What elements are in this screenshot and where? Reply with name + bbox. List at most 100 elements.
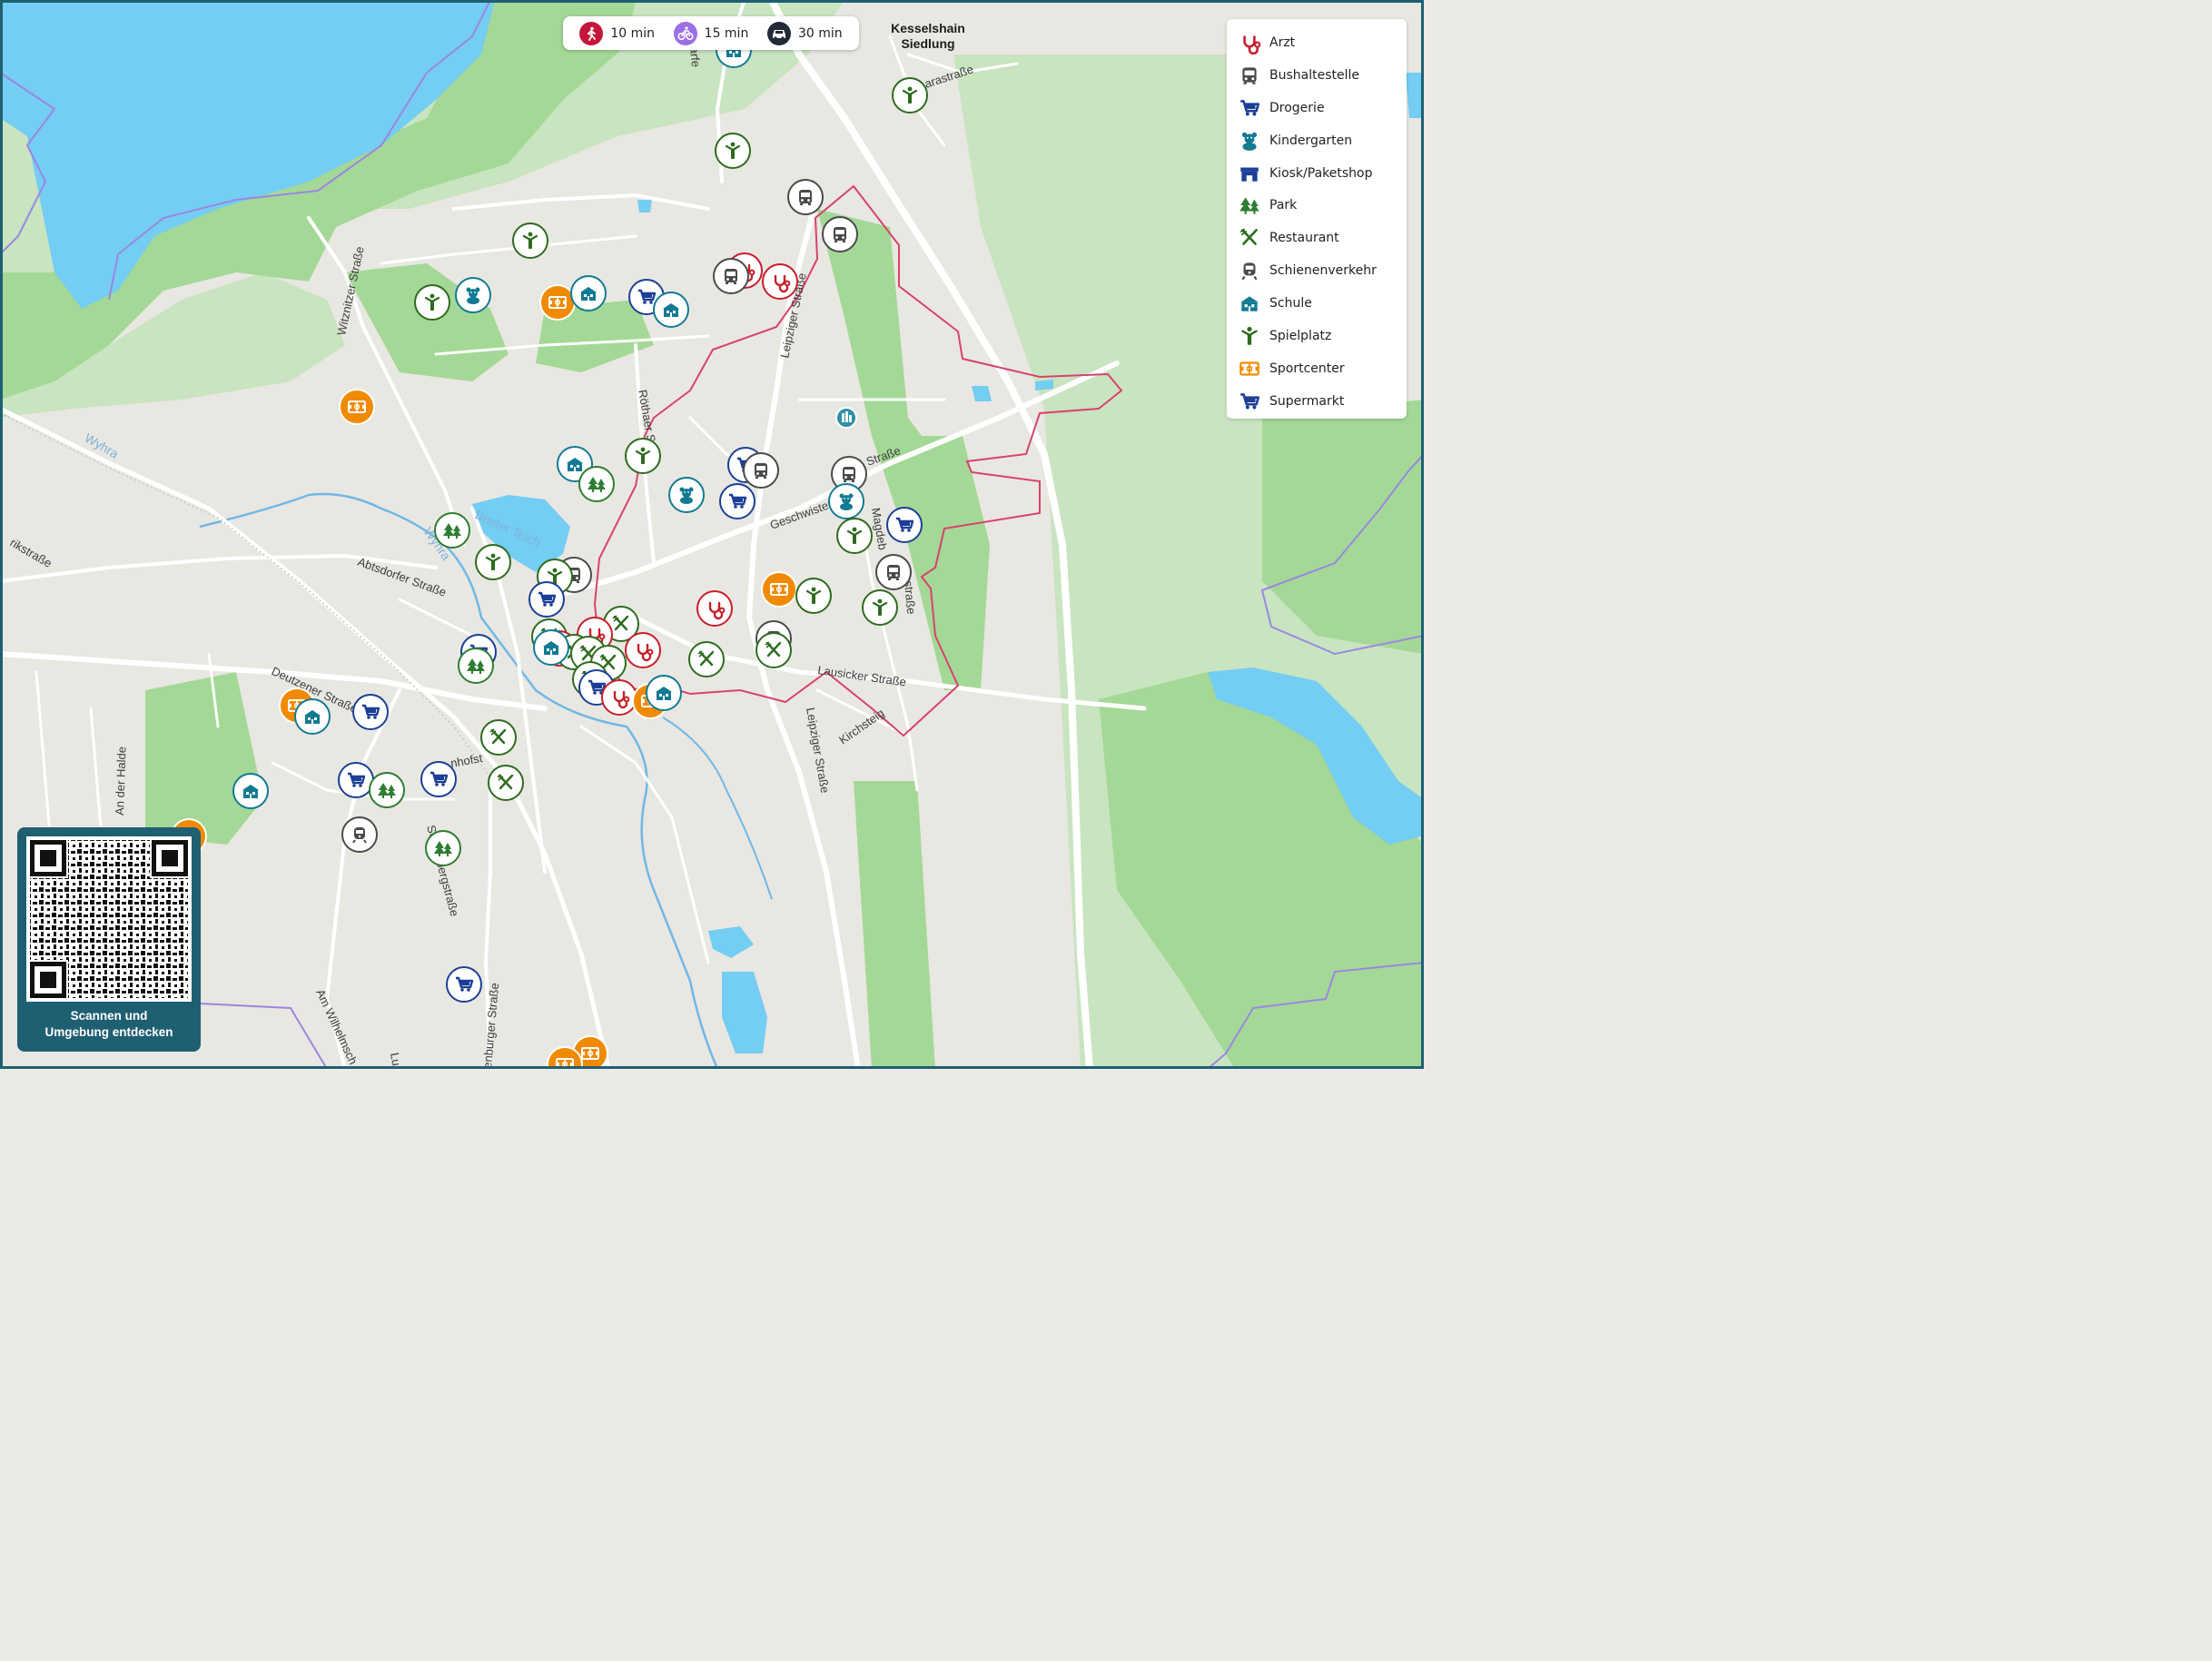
ticket-icon	[1239, 361, 1259, 376]
car-icon	[766, 21, 791, 45]
poi-marker-kita[interactable]	[668, 477, 705, 513]
teddy-bear-icon	[1241, 132, 1258, 151]
poi-marker-schule[interactable]	[533, 629, 569, 666]
poi-marker-restaurant[interactable]	[688, 641, 725, 677]
street-label: An der Halde	[113, 746, 129, 816]
poi-marker-arzt[interactable]	[696, 590, 733, 627]
poi-marker-arzt[interactable]	[625, 632, 661, 668]
poi-marker-bus[interactable]	[787, 179, 824, 215]
poi-marker-supermarkt[interactable]	[338, 762, 374, 798]
bus-icon	[834, 227, 846, 242]
fork-knife-icon	[1239, 228, 1258, 246]
poi-marker-schule[interactable]	[232, 773, 269, 809]
legend-label: Drogerie	[1269, 100, 1325, 115]
legend-item-sport[interactable]: Sportcenter	[1238, 352, 1407, 385]
poi-marker-spielplatz[interactable]	[862, 589, 898, 626]
stethoscope-icon	[1243, 35, 1261, 54]
bicycle-icon	[673, 21, 697, 45]
walking-icon	[579, 21, 604, 45]
poi-marker-supermarkt[interactable]	[446, 966, 482, 1003]
poi-marker-sport[interactable]	[761, 571, 797, 608]
legend-label: Spielplatz	[1269, 328, 1332, 343]
bus-icon	[1242, 67, 1257, 84]
poi-marker-bus[interactable]	[822, 216, 858, 252]
poi-marker-supermarkt[interactable]	[719, 483, 755, 519]
qr-caption-line1: Scannen und	[70, 1009, 148, 1023]
poi-marker-kita[interactable]	[828, 483, 864, 519]
poi-marker-park[interactable]	[434, 512, 470, 549]
poi-marker-schule[interactable]	[653, 292, 689, 328]
poi-marker-park[interactable]	[425, 830, 461, 866]
mode-bike[interactable]: 15 min	[673, 21, 748, 45]
mode-car-label: 30 min	[797, 25, 843, 41]
poi-marker-restaurant[interactable]	[755, 632, 792, 668]
street-label: Lu	[388, 1052, 403, 1067]
poi-marker-restaurant[interactable]	[480, 719, 517, 756]
qr-caption: Scannen und Umgebung entdecken	[17, 1008, 201, 1041]
poi-marker-spielplatz[interactable]	[512, 222, 548, 259]
poi-marker-spielplatz[interactable]	[475, 544, 511, 580]
legend-label: Park	[1269, 198, 1298, 213]
poi-marker-supermarkt[interactable]	[352, 694, 389, 730]
poi-marker-spielplatz[interactable]	[795, 578, 832, 614]
qr-code[interactable]	[26, 836, 192, 1002]
poi-marker-sport[interactable]	[539, 284, 576, 321]
bus-icon	[799, 190, 812, 205]
qr-code-card[interactable]: Scannen und Umgebung entdecken	[17, 827, 201, 1052]
poi-marker-bus[interactable]	[875, 554, 912, 590]
poi-marker-supermarkt[interactable]	[420, 761, 457, 797]
poi-marker-kita[interactable]	[455, 277, 491, 313]
shop-icon	[1240, 167, 1259, 182]
school-icon	[1240, 296, 1259, 311]
mode-car[interactable]: 30 min	[766, 21, 843, 45]
poi-marker-schule[interactable]	[570, 275, 607, 311]
legend-item-drogerie[interactable]: Drogerie	[1238, 92, 1407, 124]
train-icon	[1241, 262, 1258, 282]
poi-marker-sport[interactable]	[339, 389, 375, 425]
poi-marker-park[interactable]	[369, 772, 405, 808]
poi-marker-arzt[interactable]	[601, 679, 637, 716]
legend-label: Schienenverkehr	[1269, 263, 1377, 279]
poi-marker-supermarkt[interactable]	[528, 581, 565, 618]
landmark-tower-icon[interactable]	[835, 407, 857, 429]
poi-marker-restaurant[interactable]	[488, 765, 524, 801]
legend-item-kita[interactable]: Kindergarten	[1238, 124, 1407, 157]
poi-marker-supermarkt[interactable]	[886, 507, 923, 543]
legend-label: Schule	[1269, 296, 1312, 311]
poi-marker-spielplatz[interactable]	[892, 77, 928, 114]
legend-item-arzt[interactable]: Arzt	[1238, 26, 1407, 59]
poi-marker-spielplatz[interactable]	[625, 438, 661, 474]
legend-label: Arzt	[1269, 35, 1296, 50]
poi-marker-bus[interactable]	[713, 258, 749, 294]
trees-icon	[1239, 197, 1259, 215]
poi-marker-spielplatz[interactable]	[715, 133, 751, 169]
legend-label: Kindergarten	[1269, 133, 1353, 148]
place-label-siedlung: Siedlung	[901, 36, 954, 51]
legend-item-bus[interactable]: Bushaltestelle	[1238, 59, 1407, 92]
poi-marker-spielplatz[interactable]	[836, 518, 873, 554]
poi-marker-bus[interactable]	[743, 452, 779, 489]
poi-marker-schule[interactable]	[646, 675, 682, 711]
legend-item-kiosk[interactable]: Kiosk/Paketshop	[1238, 157, 1407, 190]
poi-marker-park[interactable]	[458, 648, 494, 684]
poi-marker-arzt[interactable]	[762, 263, 798, 300]
legend-item-park[interactable]: Park	[1238, 189, 1407, 222]
mode-walk[interactable]: 10 min	[579, 21, 655, 45]
legend-item-restaurant[interactable]: Restaurant	[1238, 222, 1407, 254]
poi-marker-schule[interactable]	[294, 698, 331, 735]
map-legend: Arzt Bushaltestelle Drogerie Kindergarten Ki…	[1227, 19, 1407, 419]
bus-icon	[843, 467, 855, 482]
legend-item-schule[interactable]: Schule	[1238, 287, 1407, 320]
bus-icon	[887, 565, 900, 580]
legend-label: Supermarkt	[1269, 393, 1345, 409]
playground-icon	[1241, 325, 1258, 346]
map-canvas[interactable]: Kesselshain Siedlung Breiter Teich Wyhra…	[0, 0, 1424, 1069]
legend-item-spielplatz[interactable]: Spielplatz	[1238, 320, 1407, 352]
mode-walk-label: 10 min	[610, 25, 655, 41]
legend-item-supermarkt[interactable]: Supermarkt	[1238, 385, 1407, 418]
poi-marker-rail[interactable]	[341, 816, 378, 853]
legend-item-rail[interactable]: Schienenverkehr	[1238, 254, 1407, 287]
cart-icon	[1239, 392, 1260, 410]
poi-marker-spielplatz[interactable]	[414, 284, 450, 321]
poi-marker-park[interactable]	[578, 466, 615, 502]
